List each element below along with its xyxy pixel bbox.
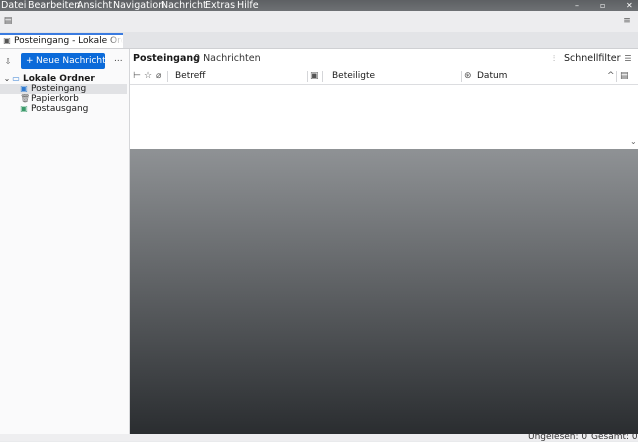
new-message-button[interactable]: + Neue Nachricht (21, 53, 106, 69)
star-icon[interactable]: ☆ (144, 69, 152, 84)
outbox-icon: ▣ (20, 104, 28, 113)
attachment-icon[interactable]: ⌀ (156, 69, 161, 84)
column-participants[interactable]: Beteiligte (332, 69, 375, 84)
folder-pane-toggle-icon[interactable]: ▤ (3, 16, 13, 26)
chevron-down-icon[interactable]: ⌄ (3, 75, 11, 83)
folder-posteingang[interactable]: ▣ Posteingang (0, 84, 127, 94)
read-status-icon[interactable]: ⊛ (464, 69, 472, 84)
menu-bearbeiten[interactable]: Bearbeiten (28, 0, 80, 11)
menu-nachricht[interactable]: Nachricht (161, 0, 207, 11)
menu-ansicht[interactable]: Ansicht (77, 0, 112, 11)
plus-icon: + (26, 56, 34, 66)
quickfilter-button[interactable]: Schnellfilter (564, 53, 621, 64)
message-preview-area (130, 149, 638, 434)
thread-pane: Posteingang 0 Nachrichten ⫶ Schnellfilte… (130, 49, 638, 149)
thread-col-icon[interactable]: ⊢ (133, 69, 141, 84)
app-menu-icon[interactable]: ≡ (622, 16, 632, 26)
minimize-icon[interactable]: – (575, 0, 579, 11)
folder-papierkorb[interactable]: 🗑 Papierkorb (0, 94, 127, 104)
message-count: 0 Nachrichten (194, 53, 261, 64)
folder-pane: ⇩ + Neue Nachricht ... ⌄ ▭ Lokale Ordner… (0, 49, 130, 434)
get-messages-icon[interactable]: ⇩ (4, 58, 12, 66)
folder-postausgang[interactable]: ▣ Postausgang (0, 104, 127, 114)
folder-root-local[interactable]: ⌄ ▭ Lokale Ordner (0, 74, 127, 84)
menu-extras[interactable]: Extras (205, 0, 235, 11)
spam-icon[interactable]: ▣ (310, 69, 319, 84)
status-bar: Ungelesen: 0 Gesamt: 0 (0, 433, 638, 442)
column-subject[interactable]: Betreff (175, 69, 205, 84)
filter-icon[interactable]: ⫶ (550, 55, 558, 63)
thread-pane-header: Posteingang 0 Nachrichten ⫶ Schnellfilte… (130, 49, 638, 70)
more-button[interactable]: ... (114, 54, 123, 64)
display-options-icon[interactable]: ☰ (624, 55, 632, 63)
tab-strip: ▣ Posteingang - Lokale Ordner (0, 32, 638, 49)
inbox-icon: ▣ (20, 84, 28, 93)
folder-name: Posteingang (133, 53, 200, 64)
folder-icon: ▭ (12, 74, 20, 83)
trash-icon: 🗑 (20, 94, 31, 103)
menu-datei[interactable]: Datei (1, 0, 26, 11)
close-icon[interactable]: ✕ (626, 0, 633, 11)
menu-hilfe[interactable]: Hilfe (237, 0, 259, 11)
maximize-icon[interactable]: ▫ (600, 0, 605, 11)
sort-ascending-icon[interactable]: ^ (607, 69, 615, 84)
tab-posteingang[interactable]: ▣ Posteingang - Lokale Ordner (0, 33, 123, 48)
scroll-down-icon[interactable]: ⌄ (630, 137, 637, 146)
inbox-icon: ▣ (3, 36, 11, 45)
menu-bar: Datei Bearbeiten Ansicht Navigation Nach… (0, 0, 638, 11)
menu-navigation[interactable]: Navigation (113, 0, 164, 11)
column-header-row: ⊢ ☆ ⌀ Betreff ▣ Beteiligte ⊛ Datum ^ ▤ (130, 69, 638, 85)
column-picker-icon[interactable]: ▤ (620, 69, 629, 84)
toolbar: ▤ ≡ (0, 11, 638, 32)
column-date[interactable]: Datum (477, 69, 507, 84)
